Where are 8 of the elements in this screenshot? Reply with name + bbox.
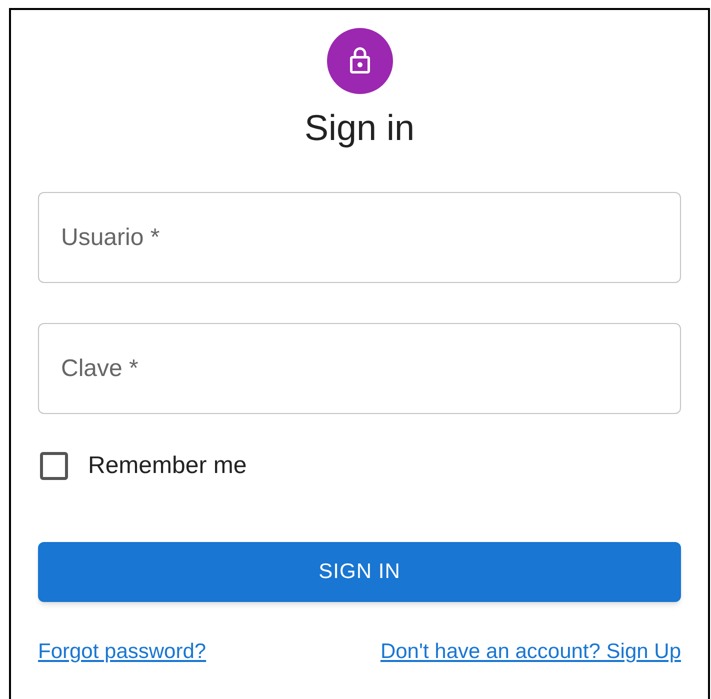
text-field[interactable]: Usuario * — [38, 192, 681, 283]
checkbox-label: Remember me — [88, 451, 247, 481]
text-field[interactable]: Clave * — [38, 323, 681, 414]
remember-checkbox[interactable] — [40, 452, 68, 480]
sign-in-button[interactable]: SIGN IN — [38, 542, 681, 602]
page-title: Sign in — [303, 106, 416, 150]
link[interactable]: Forgot password? — [38, 636, 206, 668]
link[interactable]: Don't have an account? Sign Up — [380, 636, 681, 668]
